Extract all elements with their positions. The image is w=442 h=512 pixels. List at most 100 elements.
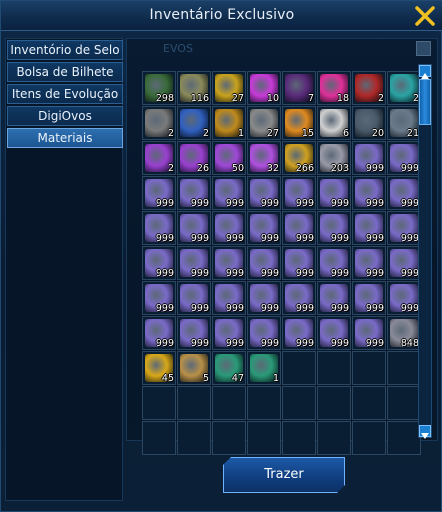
inventory-slot[interactable]: 999: [247, 176, 281, 210]
inventory-slot[interactable]: 999: [317, 246, 351, 280]
inventory-slot[interactable]: 999: [177, 246, 211, 280]
inventory-slot[interactable]: 999: [212, 211, 246, 245]
tab-digiovos[interactable]: DigiOvos: [7, 106, 123, 126]
tab-bolsa-de-bilhete[interactable]: Bolsa de Bilhete: [7, 62, 123, 82]
inventory-slot[interactable]: 999: [142, 246, 176, 280]
inventory-slot[interactable]: [387, 386, 421, 420]
inventory-slot[interactable]: [212, 421, 246, 455]
inventory-slot[interactable]: 21: [387, 106, 421, 140]
inventory-slot[interactable]: 2: [177, 106, 211, 140]
inventory-slot[interactable]: 999: [282, 176, 316, 210]
inventory-slot[interactable]: 999: [142, 176, 176, 210]
inventory-slot[interactable]: [212, 386, 246, 420]
inventory-slot[interactable]: [317, 386, 351, 420]
scroll-down-button[interactable]: [419, 425, 431, 439]
inventory-slot[interactable]: 999: [247, 246, 281, 280]
bring-button[interactable]: Trazer: [223, 457, 345, 493]
inventory-slot[interactable]: 999: [247, 281, 281, 315]
inventory-slot[interactable]: [387, 421, 421, 455]
inventory-slot[interactable]: [317, 421, 351, 455]
inventory-slot[interactable]: 999: [282, 246, 316, 280]
inventory-slot[interactable]: 999: [142, 316, 176, 350]
scroll-up-button[interactable]: [419, 65, 431, 79]
inventory-slot[interactable]: 266: [282, 141, 316, 175]
inventory-slot[interactable]: 999: [387, 281, 421, 315]
inventory-slot[interactable]: 18: [317, 71, 351, 105]
inventory-slot[interactable]: 7: [282, 71, 316, 105]
inventory-slot[interactable]: 999: [317, 176, 351, 210]
inventory-slot[interactable]: 15: [282, 106, 316, 140]
title-bar[interactable]: Inventário Exclusivo: [1, 1, 442, 31]
inventory-slot[interactable]: 2: [142, 141, 176, 175]
inventory-slot[interactable]: [247, 386, 281, 420]
inventory-slot[interactable]: [282, 386, 316, 420]
scroll-thumb[interactable]: [419, 79, 431, 125]
inventory-slot[interactable]: [352, 421, 386, 455]
inventory-slot[interactable]: 999: [317, 316, 351, 350]
inventory-slot[interactable]: 999: [212, 176, 246, 210]
inventory-slot[interactable]: 203: [317, 141, 351, 175]
inventory-slot[interactable]: 999: [177, 176, 211, 210]
inventory-slot[interactable]: 999: [387, 141, 421, 175]
tab-inventario-de-selo[interactable]: Inventório de Selo: [7, 40, 123, 60]
inventory-slot[interactable]: [177, 386, 211, 420]
inventory-slot[interactable]: 5: [177, 351, 211, 385]
tab-itens-de-evolucao[interactable]: Itens de Evolução: [7, 84, 123, 104]
inventory-slot[interactable]: 2: [352, 71, 386, 105]
inventory-slot[interactable]: 27: [212, 71, 246, 105]
inventory-slot[interactable]: 10: [247, 71, 281, 105]
inventory-slot[interactable]: 999: [317, 281, 351, 315]
inventory-slot[interactable]: [177, 421, 211, 455]
inventory-slot[interactable]: 999: [317, 211, 351, 245]
inventory-slot[interactable]: 999: [387, 211, 421, 245]
inventory-slot[interactable]: [387, 351, 421, 385]
inventory-slot[interactable]: 999: [387, 176, 421, 210]
inventory-slot[interactable]: 999: [282, 211, 316, 245]
inventory-slot[interactable]: 50: [212, 141, 246, 175]
inventory-slot[interactable]: 999: [352, 281, 386, 315]
inventory-slot[interactable]: 999: [352, 246, 386, 280]
inventory-slot[interactable]: 116: [177, 71, 211, 105]
inventory-slot[interactable]: [282, 351, 316, 385]
inventory-slot[interactable]: 298: [142, 71, 176, 105]
inventory-slot[interactable]: 45: [142, 351, 176, 385]
inventory-slot[interactable]: 848: [387, 316, 421, 350]
inventory-slot[interactable]: 999: [177, 211, 211, 245]
inventory-slot[interactable]: 999: [212, 246, 246, 280]
inventory-slot[interactable]: 999: [247, 211, 281, 245]
inventory-slot[interactable]: 999: [387, 246, 421, 280]
inventory-slot[interactable]: 999: [352, 316, 386, 350]
inventory-slot[interactable]: 999: [212, 316, 246, 350]
inventory-slot[interactable]: 2: [387, 71, 421, 105]
inventory-slot[interactable]: [247, 421, 281, 455]
inventory-slot[interactable]: [282, 421, 316, 455]
inventory-slot[interactable]: 27: [247, 106, 281, 140]
close-button[interactable]: [413, 4, 437, 28]
inventory-slot[interactable]: 999: [212, 281, 246, 315]
inventory-slot[interactable]: [142, 421, 176, 455]
sort-icon[interactable]: [416, 41, 431, 56]
inventory-slot[interactable]: 999: [247, 316, 281, 350]
inventory-slot[interactable]: 999: [177, 281, 211, 315]
scrollbar[interactable]: [418, 64, 432, 439]
inventory-slot[interactable]: 32: [247, 141, 281, 175]
inventory-slot[interactable]: [352, 351, 386, 385]
inventory-slot[interactable]: 999: [352, 176, 386, 210]
inventory-slot[interactable]: 999: [142, 211, 176, 245]
inventory-slot[interactable]: 26: [177, 141, 211, 175]
inventory-slot[interactable]: [142, 386, 176, 420]
inventory-slot[interactable]: 999: [177, 316, 211, 350]
inventory-slot[interactable]: [352, 386, 386, 420]
inventory-slot[interactable]: 1: [247, 351, 281, 385]
inventory-slot[interactable]: 47: [212, 351, 246, 385]
inventory-slot[interactable]: [317, 351, 351, 385]
inventory-slot[interactable]: 999: [352, 211, 386, 245]
inventory-slot[interactable]: 2: [142, 106, 176, 140]
tab-materiais[interactable]: Materiais: [7, 128, 123, 148]
inventory-slot[interactable]: 20: [352, 106, 386, 140]
inventory-slot[interactable]: 6: [317, 106, 351, 140]
inventory-slot[interactable]: 999: [352, 141, 386, 175]
inventory-slot[interactable]: 999: [142, 281, 176, 315]
inventory-slot[interactable]: 999: [282, 281, 316, 315]
inventory-slot[interactable]: 1: [212, 106, 246, 140]
